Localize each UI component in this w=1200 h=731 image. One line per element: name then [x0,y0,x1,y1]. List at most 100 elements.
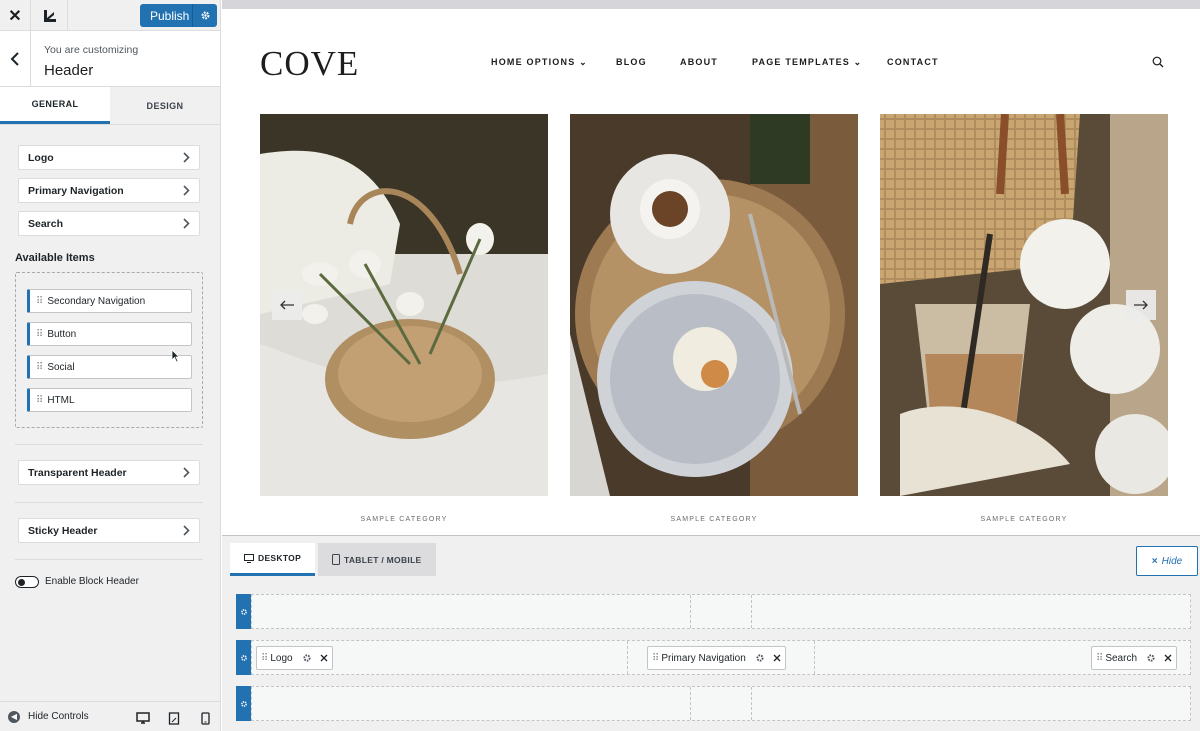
divider [15,444,203,445]
available-items-title: Available Items [15,252,95,264]
chevron-right-icon [183,185,190,196]
row-zones: ⠿ Logo ⠿ Primary Navigation ⠿ Search [251,640,1191,675]
available-item-html[interactable]: ⠿ HTML [27,388,192,412]
tab-tablet-mobile[interactable]: TABLET / MOBILE [318,543,436,576]
drag-handle-icon[interactable]: ⠿ [261,653,268,664]
customizer-sidebar: ✕ Publish You are customizing Header GEN… [0,0,221,731]
block-header-toggle[interactable] [15,576,39,588]
drag-handle-icon[interactable]: ⠿ [36,362,43,373]
tablet-preview-icon[interactable] [166,711,182,725]
section-search[interactable]: Search [18,211,200,236]
tab-design[interactable]: DESIGN [110,87,220,124]
drag-handle-icon[interactable]: ⠿ [652,653,659,664]
chip-label: Search [1105,652,1138,664]
item-label: Secondary Navigation [47,295,146,307]
builder-chip-primary-navigation[interactable]: ⠿ Primary Navigation [647,646,786,670]
divider [15,502,203,503]
slider-next-arrow[interactable] [1126,290,1156,320]
chip-label: Logo [270,652,293,664]
arrow-left-icon [280,300,294,310]
close-icon[interactable] [773,654,781,662]
gear-icon[interactable] [302,653,312,663]
search-icon[interactable] [1152,56,1164,68]
page-title: Header [44,62,94,79]
drag-handle-icon[interactable]: ⠿ [36,329,43,340]
section-label: Logo [28,151,54,164]
gear-icon[interactable] [192,4,217,27]
gear-icon[interactable] [755,653,765,663]
customizing-label: You are customizing [44,44,139,56]
nav-contact[interactable]: CONTACT [887,57,939,67]
mobile-icon [332,554,340,565]
slider-image-iced-coffee[interactable] [880,114,1168,496]
publish-button[interactable]: Publish [140,4,217,27]
slider-prev-arrow[interactable] [272,290,302,320]
section-label: Sticky Header [28,524,98,537]
zone-divider [690,595,691,628]
tab-label: TABLET / MOBILE [344,554,422,565]
zone-divider [627,641,628,674]
zone-divider [751,595,752,628]
nav-blog[interactable]: BLOG [616,57,647,67]
close-icon[interactable]: ✕ [0,0,31,31]
chip-label: Primary Navigation [661,652,746,664]
close-icon[interactable] [1164,654,1172,662]
slider-image-basket-flowers[interactable] [260,114,548,496]
section-sticky-header[interactable]: Sticky Header [18,518,200,543]
item-label: HTML [47,394,75,406]
nav-home-options[interactable]: HOME OPTIONS ⌄ [491,57,588,68]
nav-page-templates[interactable]: PAGE TEMPLATES ⌄ [752,57,862,68]
block-header-label: Enable Block Header [45,576,139,587]
drag-handle-icon[interactable]: ⠿ [36,296,43,307]
item-label: Button [47,328,77,340]
zone-divider [690,687,691,720]
builder-row-top[interactable] [236,594,1191,629]
gear-icon[interactable] [236,686,251,721]
desktop-icon [244,553,254,563]
category-label[interactable]: SAMPLE CATEGORY [880,516,1168,523]
section-primary-navigation[interactable]: Primary Navigation [18,178,200,203]
tab-desktop[interactable]: DESKTOP [230,543,316,576]
chevron-right-icon [183,152,190,163]
section-label: Transparent Header [28,466,127,479]
nav-about[interactable]: ABOUT [680,57,718,67]
available-item-button[interactable]: ⠿ Button [27,322,192,346]
slider-image-coffee-plate[interactable] [570,114,858,496]
hide-controls-button[interactable]: Hide Controls [28,711,89,722]
zone-divider [814,641,815,674]
gear-icon[interactable] [1146,653,1156,663]
gear-icon[interactable] [236,640,251,675]
category-label[interactable]: SAMPLE CATEGORY [570,516,858,523]
mobile-preview-icon[interactable] [197,711,213,725]
builder-row-bottom[interactable] [236,686,1191,721]
hide-label: Hide [1161,555,1183,567]
drag-handle-icon[interactable]: ⠿ [36,395,43,406]
gear-icon[interactable] [236,594,251,629]
chevron-left-icon[interactable] [0,31,31,87]
builder-row-main[interactable]: ⠿ Logo ⠿ Primary Navigation ⠿ Search [236,640,1191,675]
section-logo[interactable]: Logo [18,145,200,170]
toggle-knob [18,579,25,586]
hide-builder-button[interactable]: × Hide [1136,546,1198,576]
mouse-cursor-icon [171,349,180,363]
tab-general[interactable]: GENERAL [0,87,110,124]
builder-chip-search[interactable]: ⠿ Search [1091,646,1178,670]
available-item-social[interactable]: ⠿ Social [27,355,192,379]
chevron-right-icon [183,525,190,536]
sidebar-tabs: GENERAL DESIGN [0,87,220,125]
close-icon[interactable] [320,654,328,662]
site-icon[interactable] [32,0,68,31]
category-label[interactable]: SAMPLE CATEGORY [260,516,548,523]
section-transparent-header[interactable]: Transparent Header [18,460,200,485]
breadcrumb: You are customizing Header [0,31,220,87]
site-preview: COVE HOME OPTIONS ⌄ BLOG ABOUT PAGE TEMP… [222,0,1200,535]
drag-handle-icon[interactable]: ⠿ [1096,653,1103,664]
builder-chip-logo[interactable]: ⠿ Logo [256,646,333,670]
site-logo[interactable]: COVE [260,44,359,84]
available-item-secondary-navigation[interactable]: ⠿ Secondary Navigation [27,289,192,313]
chevron-right-icon [183,467,190,478]
row-zones [251,686,1191,721]
preview-top-strip [222,0,1200,9]
desktop-preview-icon[interactable] [135,711,151,725]
hide-controls-icon[interactable]: ◀ [8,710,20,723]
